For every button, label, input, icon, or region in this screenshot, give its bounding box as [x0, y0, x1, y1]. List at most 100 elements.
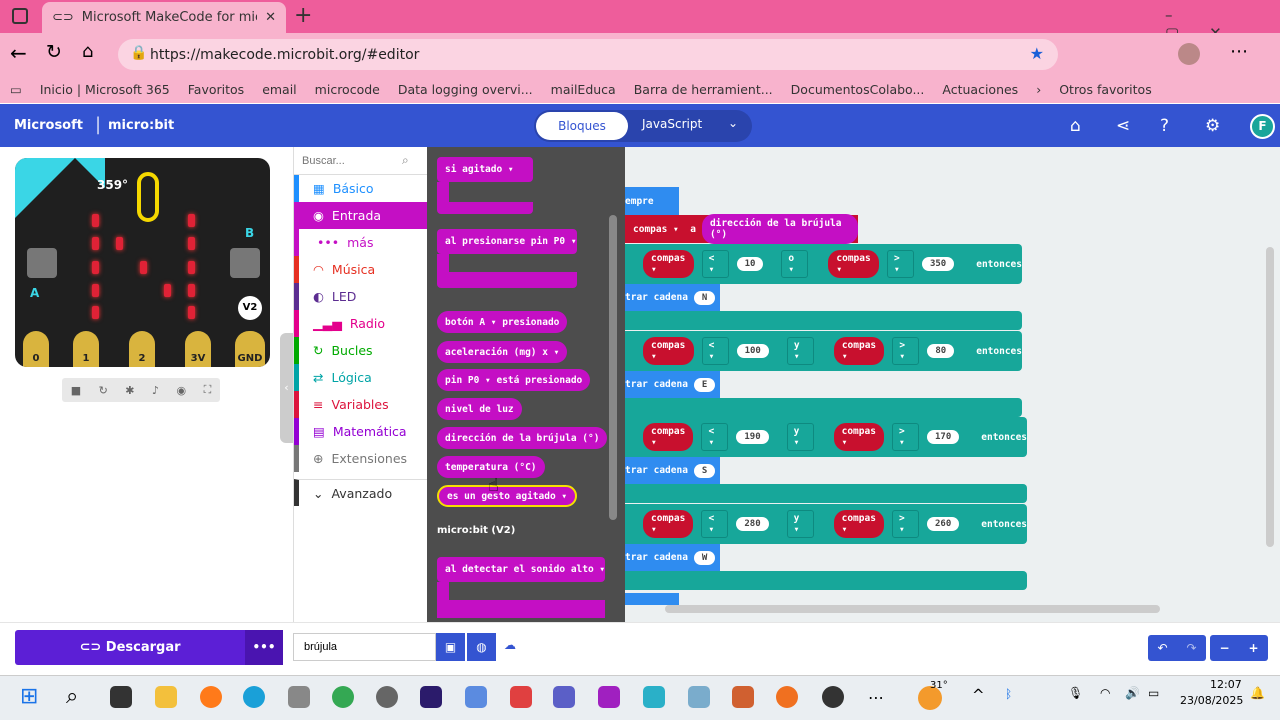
javascript-tab[interactable]: JavaScript — [642, 117, 702, 131]
blocks-tab[interactable]: Bloques — [536, 112, 628, 140]
profile-avatar[interactable] — [1178, 43, 1200, 65]
bookmark[interactable]: Favoritos — [188, 82, 244, 97]
toolbox-item-entrada[interactable]: ◉ Entrada — [294, 202, 427, 229]
logic-dropdown[interactable]: y ▾ — [786, 423, 814, 451]
show-string-block[interactable]: trar cadena N — [625, 284, 720, 311]
flyout-scrollbar[interactable] — [609, 215, 617, 520]
bookmark[interactable]: Inicio | Microsoft 365 — [40, 82, 170, 97]
pin-gnd[interactable]: GND — [235, 331, 265, 367]
help-icon[interactable]: ? — [1160, 116, 1169, 136]
string-input[interactable]: N — [693, 290, 716, 305]
project-name-input[interactable] — [293, 633, 436, 661]
bookmark[interactable]: Barra de herramient... — [634, 82, 773, 97]
fullscreen-icon[interactable]: ⛶ — [204, 383, 212, 397]
flyout-block-acceleration[interactable]: aceleración (mg) x ▾ — [437, 341, 568, 363]
favorite-star-icon[interactable]: ★ — [1030, 44, 1044, 63]
operator-dropdown[interactable]: > ▾ — [892, 337, 920, 365]
toolbox-item-musica[interactable]: ◠ Música — [294, 256, 427, 283]
operator-dropdown[interactable]: > ▾ — [892, 510, 919, 538]
chevron-down-icon[interactable]: ⌄ — [728, 116, 738, 130]
mute-icon[interactable]: ♪ — [152, 384, 159, 397]
variable-dropdown[interactable]: compas ▾ — [828, 250, 879, 278]
zoom-in-icon[interactable]: + — [1248, 641, 1258, 655]
url-input[interactable]: 🔒 https://makecode.microbit.org/#editor ★ — [118, 39, 1058, 70]
browser-tab[interactable]: ⊂⊃ Microsoft MakeCode for mic ✕ — [42, 2, 286, 33]
if-block[interactable]: compas ▾ < ▾ 280 y ▾ compas ▾ > ▾ 260 en… — [625, 504, 1027, 544]
save-icon[interactable]: ▣ — [436, 633, 465, 661]
button-b[interactable] — [230, 248, 260, 278]
cloud-icon[interactable]: ☁ — [504, 638, 516, 652]
number-input[interactable]: 350 — [921, 257, 955, 271]
bookmark[interactable]: DocumentosColabo... — [791, 82, 925, 97]
debug-icon[interactable]: ✱ — [125, 384, 134, 397]
workspace[interactable]: empre compas ▾ a dirección de la brújula… — [625, 147, 1280, 622]
bookmark[interactable]: email — [262, 82, 296, 97]
compass-indicator[interactable] — [137, 172, 159, 222]
toolbox-item-led[interactable]: ◐ LED — [294, 283, 427, 310]
string-input[interactable]: W — [693, 550, 716, 565]
show-string-block[interactable]: trar cadena E — [625, 371, 720, 398]
flyout-block-compass-heading[interactable]: dirección de la brújula (°) — [437, 427, 608, 449]
forever-block[interactable]: empre — [625, 187, 679, 215]
battery-icon[interactable]: ▭ — [1148, 686, 1159, 700]
operator-dropdown[interactable]: < ▾ — [701, 337, 729, 365]
bluetooth-icon[interactable]: ᛒ — [1005, 687, 1012, 701]
toolbox-item-bucles[interactable]: ↻ Bucles — [294, 337, 427, 364]
bookmark[interactable]: Data logging overvi... — [398, 82, 533, 97]
toolbox-item-extensiones[interactable]: ⊕ Extensiones — [294, 445, 427, 472]
toolbox-search-input[interactable] — [302, 154, 402, 167]
logic-dropdown[interactable]: y ▾ — [786, 510, 814, 538]
set-variable-block[interactable]: compas ▾ a dirección de la brújula (°) — [625, 214, 858, 244]
share-icon[interactable]: ⋖ — [1116, 116, 1130, 136]
flyout-block-button-pressed[interactable]: botón A ▾ presionado — [437, 311, 568, 333]
pin-2[interactable]: 2 — [129, 331, 155, 367]
download-button[interactable]: ⊂⊃ Descargar — [15, 630, 245, 665]
variable-dropdown[interactable]: compas ▾ — [643, 250, 694, 278]
tray-chevron-icon[interactable]: ^ — [972, 686, 985, 704]
workspace-scrollbar-v[interactable] — [1266, 247, 1274, 547]
search-icon[interactable]: ⌕ — [66, 684, 78, 709]
button-a[interactable] — [27, 248, 57, 278]
home-icon[interactable]: ⌂ — [82, 41, 93, 62]
workspace-scrollbar-h[interactable] — [665, 605, 1160, 613]
zoom-out-icon[interactable]: − — [1219, 641, 1229, 655]
variable-dropdown[interactable]: compas ▾ — [833, 337, 885, 365]
back-icon[interactable]: ← — [10, 41, 27, 65]
flyout-block-is-gesture[interactable]: es un gesto agitado ▾ — [437, 485, 578, 507]
restart-icon[interactable]: ↻ — [99, 384, 108, 397]
toolbox-item-radio[interactable]: ▁▃▅ Radio — [294, 310, 427, 337]
download-more-button[interactable]: ••• — [245, 630, 283, 665]
flyout-block-on-pin-pressed[interactable]: al presionarse pin P0 ▾ — [437, 229, 577, 254]
variable-dropdown[interactable]: compas ▾ — [833, 423, 885, 451]
flyout-block-light-level[interactable]: nivel de luz — [437, 398, 522, 420]
number-input[interactable]: 170 — [926, 430, 960, 444]
microphone-icon[interactable]: 🎙 — [1068, 686, 1083, 700]
show-string-block[interactable]: trar cadena S — [625, 457, 720, 484]
number-input[interactable]: 100 — [736, 344, 769, 358]
number-input[interactable]: 80 — [927, 344, 955, 358]
pin-1[interactable]: 1 — [73, 331, 99, 367]
bookmark[interactable]: mailEduca — [551, 82, 616, 97]
tab-actions-icon[interactable] — [12, 8, 28, 24]
settings-icon[interactable]: ⚙ — [1205, 116, 1220, 136]
if-block[interactable]: compas ▾ < ▾ 100 y ▾ compas ▾ > ▾ 80 ent… — [625, 331, 1022, 371]
operator-dropdown[interactable]: < ▾ — [701, 510, 729, 538]
logic-dropdown[interactable]: y ▾ — [786, 337, 814, 365]
clock-date[interactable]: 23/08/2025 — [1180, 694, 1243, 707]
operator-dropdown[interactable]: < ▾ — [701, 250, 729, 278]
number-input[interactable]: 260 — [926, 517, 960, 531]
toolbox-item-mas[interactable]: ••• más — [294, 229, 427, 256]
notifications-icon[interactable]: 🔔 — [1250, 686, 1265, 700]
reload-icon[interactable]: ↻ — [46, 41, 62, 63]
operator-dropdown[interactable]: > ▾ — [886, 250, 914, 278]
pin-0[interactable]: 0 — [23, 331, 49, 367]
flyout-block-on-sound[interactable]: al detectar el sonido alto ▾ — [437, 557, 605, 582]
if-block[interactable]: compas ▾ < ▾ 190 y ▾ compas ▾ > ▾ 170 en… — [625, 417, 1027, 457]
operator-dropdown[interactable]: > ▾ — [892, 423, 919, 451]
compass-heading-block[interactable]: dirección de la brújula (°) — [701, 214, 858, 244]
bookmark[interactable]: microcode — [315, 82, 380, 97]
toolbox-item-avanzado[interactable]: ⌄ Avanzado — [294, 479, 427, 506]
flyout-block-on-shake[interactable]: si agitado ▾ — [437, 157, 533, 182]
microbit-simulator[interactable]: 359° A B V2 0 1 2 3V GND — [15, 158, 270, 367]
number-input[interactable]: 280 — [736, 517, 769, 531]
